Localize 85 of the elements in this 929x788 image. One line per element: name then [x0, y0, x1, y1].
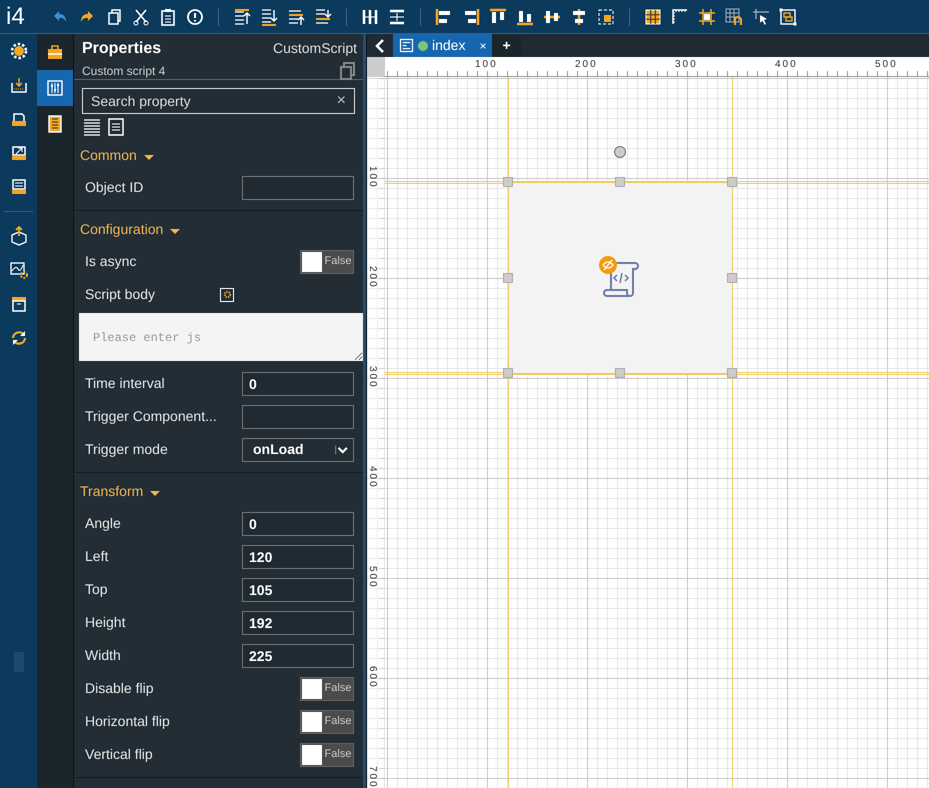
toggle-switch[interactable]: False — [300, 676, 354, 700]
ruler-label: 300 — [367, 366, 379, 389]
input-field[interactable]: 0 — [242, 512, 354, 536]
ruler-corner — [367, 57, 385, 77]
ruler-label: 700 — [367, 766, 379, 788]
property-label: Disable flip — [85, 679, 154, 698]
component-name: Custom script 4 — [82, 63, 166, 80]
toggle-switch[interactable]: False — [300, 742, 354, 766]
ruler-label: 300 — [675, 58, 698, 72]
input-field[interactable]: 192 — [242, 610, 354, 634]
rotate-handle[interactable] — [614, 146, 626, 158]
download-tray-icon[interactable] — [8, 75, 28, 95]
dashed-square-icon[interactable] — [596, 6, 616, 26]
warning-icon[interactable] — [185, 6, 205, 26]
ruler-label: 100 — [367, 166, 379, 189]
component-type: CustomScript — [272, 39, 357, 58]
property-label: Angle — [85, 514, 122, 533]
resize-handle[interactable] — [503, 273, 513, 283]
settings-button[interactable] — [220, 288, 234, 302]
document-tab[interactable]: index × — [393, 34, 492, 57]
property-label: Object ID — [85, 178, 144, 197]
property-label: Is async — [85, 252, 138, 271]
page-icon — [399, 38, 414, 53]
input-field[interactable]: 105 — [242, 578, 354, 602]
ruler-label: 500 — [367, 566, 379, 589]
resize-handle[interactable] — [503, 368, 513, 378]
section-header[interactable]: Transform — [80, 481, 144, 503]
group-icon[interactable] — [778, 6, 798, 26]
input-field[interactable]: 120 — [242, 544, 354, 568]
chart-gear-icon[interactable] — [8, 260, 28, 280]
section-header[interactable]: Configuration — [80, 219, 164, 241]
ruler-label: 400 — [775, 58, 798, 72]
ruler-label: 600 — [367, 666, 379, 689]
property-label: Top — [85, 580, 109, 599]
toggle-switch[interactable]: False — [300, 250, 354, 274]
property-label: Left — [85, 547, 110, 566]
input-field[interactable]: 225 — [242, 644, 354, 668]
search-field[interactable]: Search property × — [82, 88, 355, 114]
document-view-icon[interactable] — [106, 117, 126, 137]
property-label: Vertical flip — [85, 745, 154, 764]
property-label: Trigger mode — [85, 440, 169, 459]
resize-handle[interactable] — [727, 273, 737, 283]
sliders-icon[interactable] — [45, 78, 65, 98]
resize-handle[interactable] — [503, 177, 513, 187]
property-label: Height — [85, 613, 126, 632]
panel-title: Properties — [82, 39, 162, 59]
property-label: Time interval — [85, 374, 166, 393]
box-upload-icon[interactable] — [8, 226, 28, 246]
new-tab-button[interactable]: + — [492, 34, 521, 57]
resize-handle[interactable] — [727, 368, 737, 378]
gear-icon[interactable] — [8, 41, 28, 61]
app-logo: i4 — [5, 2, 26, 32]
list-view-icon[interactable] — [82, 117, 102, 137]
code-field[interactable]: Please enter js — [79, 313, 363, 361]
toggle-switch[interactable]: False — [300, 710, 354, 734]
input-field[interactable] — [242, 404, 354, 428]
property-label: Trigger Component... — [85, 407, 218, 426]
lines-arrow-up-icon[interactable] — [232, 6, 252, 26]
lines-arrow-down-icon[interactable] — [313, 6, 333, 26]
resize-handle[interactable] — [727, 177, 737, 187]
input-field[interactable] — [242, 176, 354, 200]
property-label: Width — [85, 646, 122, 665]
grid-magnet-icon[interactable] — [724, 6, 744, 26]
resize-handle[interactable] — [615, 177, 625, 187]
resize-handle[interactable] — [615, 368, 625, 378]
ruler-icon[interactable] — [670, 6, 690, 26]
property-label: Script body — [85, 285, 156, 304]
ruler-label: 400 — [367, 466, 379, 489]
grid-icon[interactable] — [643, 6, 663, 26]
ruler-label: 200 — [367, 266, 379, 289]
ruler-label: 500 — [875, 58, 898, 72]
lines-arrow-down-icon[interactable] — [259, 6, 279, 26]
input-field[interactable]: 0 — [242, 372, 354, 396]
section-header[interactable]: Common — [80, 145, 137, 167]
select-field[interactable]: onLoad — [242, 438, 354, 462]
clipboard-icon[interactable] — [158, 6, 178, 26]
close-tab-button[interactable]: × — [479, 36, 486, 54]
clear-search-button[interactable]: × — [336, 89, 346, 113]
property-label: Horizontal flip — [85, 712, 171, 731]
status-dot-icon — [418, 40, 428, 50]
ruler-label: 200 — [575, 58, 598, 72]
ruler-label: 100 — [475, 58, 498, 72]
crosshair-square-icon[interactable] — [697, 6, 717, 26]
pointer-icon[interactable] — [751, 6, 771, 26]
cut-icon[interactable] — [131, 6, 151, 26]
